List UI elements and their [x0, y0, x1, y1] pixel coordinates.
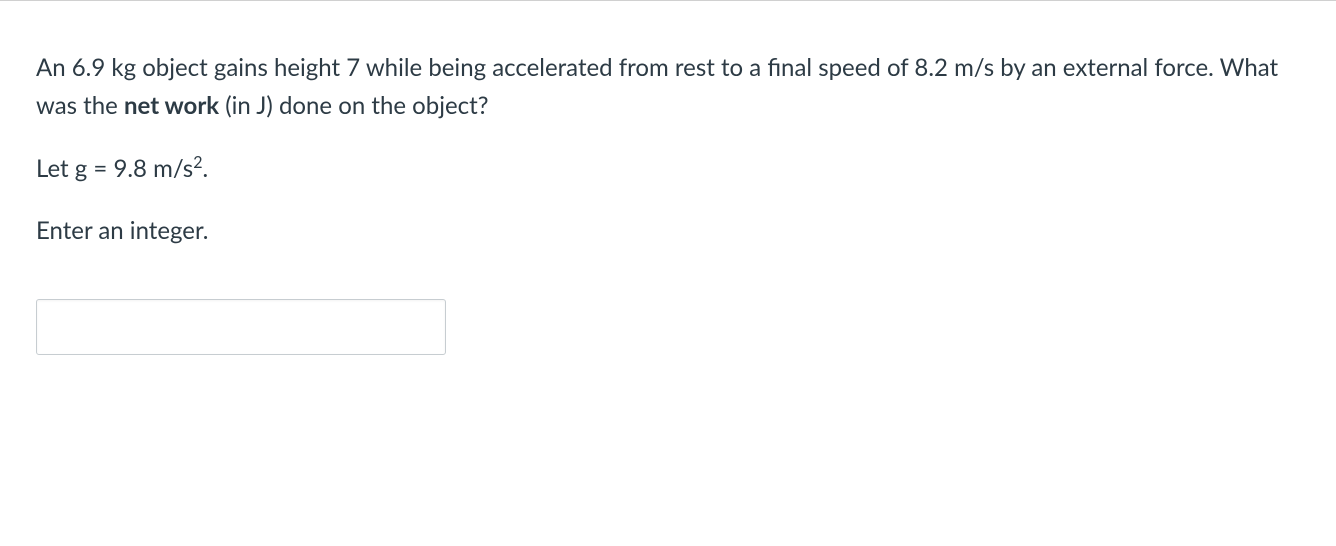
instruction-text: Enter an integer.	[36, 212, 1300, 250]
given-prefix: Let g = 9.8 m/s	[36, 154, 193, 183]
given-info: Let g = 9.8 m/s2.	[36, 150, 1300, 188]
question-part2: (in J) done on the object?	[219, 91, 488, 120]
question-content: An 6.9 kg object gains height 7 while be…	[0, 1, 1336, 355]
question-text: An 6.9 kg object gains height 7 while be…	[36, 49, 1300, 126]
question-bold: net work	[124, 91, 219, 120]
answer-input[interactable]	[36, 299, 446, 355]
given-suffix: .	[202, 154, 208, 183]
